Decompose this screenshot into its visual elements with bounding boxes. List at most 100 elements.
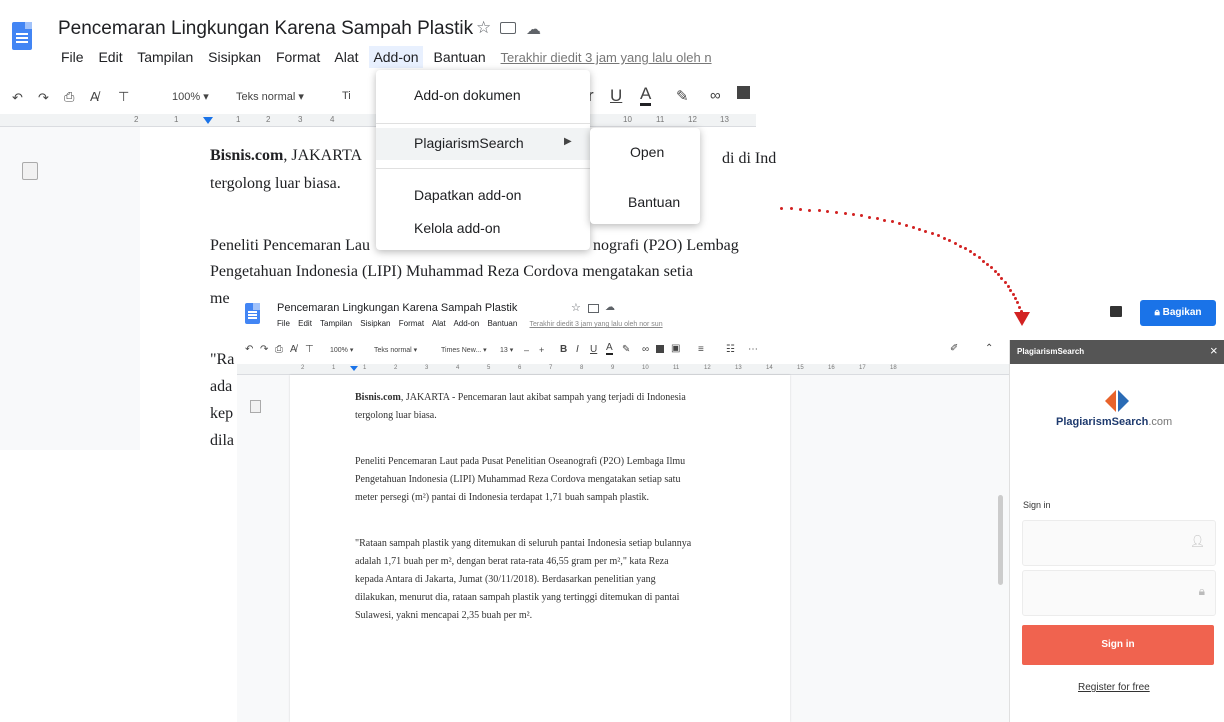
style-select[interactable]: Teks normal ▾	[236, 90, 304, 103]
image-icon[interactable]: ▣	[671, 343, 680, 354]
font-select[interactable]: Times New... ▾	[441, 346, 487, 354]
outline-icon[interactable]	[22, 162, 38, 180]
paragraph-3-line-2: adalah 1,71 buah per m², dengan berat ra…	[355, 556, 669, 567]
spellcheck-icon[interactable]: A̸	[90, 89, 99, 104]
spellcheck-icon[interactable]: A̸	[290, 344, 297, 355]
doc-title[interactable]: Pencemaran Lingkungan Karena Sampah Plas…	[277, 302, 517, 314]
menu-tampilan[interactable]: Tampilan	[320, 319, 352, 328]
print-icon[interactable]: ⎙	[275, 344, 283, 355]
menu-item-dapatkan-addon[interactable]: Dapatkan add-on	[414, 187, 521, 203]
arrow-dot	[958, 244, 962, 248]
last-edit-link[interactable]: Terakhir diedit 3 jam yang lalu oleh n	[501, 50, 712, 65]
link-icon[interactable]: ∞	[710, 87, 721, 104]
print-icon[interactable]: ⎙	[64, 89, 74, 105]
folder-icon[interactable]	[500, 22, 516, 34]
share-button[interactable]: 🔒︎ Bagikan	[1140, 300, 1216, 326]
menu-addon[interactable]: Add-on	[453, 319, 479, 328]
arrow-dot	[860, 214, 864, 218]
close-icon[interactable]: ×	[1210, 343, 1218, 358]
folder-icon[interactable]	[588, 304, 599, 313]
menu-edit[interactable]: Edit	[98, 49, 122, 65]
increase-font-icon[interactable]: +	[539, 345, 544, 355]
redo-icon[interactable]: ↷	[38, 90, 49, 106]
docs-logo-icon[interactable]	[245, 303, 260, 324]
undo-icon[interactable]: ↶	[12, 90, 23, 106]
align-icon[interactable]: ≡	[698, 344, 704, 355]
menu-format[interactable]: Format	[276, 49, 320, 65]
indent-marker-icon[interactable]	[350, 366, 358, 371]
comment-icon[interactable]	[737, 86, 750, 99]
paragraph-3-fragment-1: "Ra	[210, 351, 235, 368]
menu-file[interactable]: File	[61, 49, 84, 65]
menu-file[interactable]: File	[277, 319, 290, 328]
menu-divider	[376, 168, 590, 169]
menu-format[interactable]: Format	[399, 319, 424, 328]
menu-bantuan[interactable]: Bantuan	[487, 319, 517, 328]
zoom-select[interactable]: 100% ▾	[330, 346, 353, 354]
menu-alat[interactable]: Alat	[334, 49, 358, 65]
text-color-icon[interactable]: A	[640, 85, 652, 106]
arrow-dot	[953, 241, 957, 245]
collapse-icon[interactable]: ⌃	[985, 343, 993, 354]
submenu-arrow-icon: ▶	[564, 136, 572, 147]
lock-icon: 🔒︎	[1154, 307, 1160, 318]
menu-sisipkan[interactable]: Sisipkan	[208, 49, 261, 65]
edit-mode-icon[interactable]: ✐	[950, 343, 958, 354]
font-size-select[interactable]: 13 ▾	[500, 346, 513, 354]
text-color-icon[interactable]: A	[606, 343, 613, 355]
more-icon[interactable]: ⋯	[748, 344, 758, 355]
doc-title[interactable]: Pencemaran Lingkungan Karena Sampah Plas…	[58, 18, 473, 40]
checklist-icon[interactable]: ☷	[726, 344, 735, 355]
paragraph-2-line-2: Pengetahuan Indonesia (LIPI) Muhammad Re…	[355, 474, 681, 485]
highlight-icon[interactable]: ✎	[622, 344, 630, 355]
submenu-item-open[interactable]: Open	[630, 144, 664, 160]
outline-icon[interactable]	[250, 400, 261, 413]
menu-addon[interactable]: Add-on	[369, 46, 423, 68]
menu-edit[interactable]: Edit	[298, 319, 312, 328]
undo-icon[interactable]: ↶	[245, 344, 253, 355]
register-link[interactable]: Register for free	[1078, 682, 1150, 693]
decrease-font-icon[interactable]: –	[524, 345, 529, 355]
email-field[interactable]: 👤︎	[1022, 520, 1216, 566]
menu-bantuan[interactable]: Bantuan	[433, 49, 485, 65]
zoom-select[interactable]: 100% ▾	[172, 90, 209, 103]
font-select-fragment[interactable]: Ti	[342, 90, 351, 102]
paint-format-icon[interactable]: ⊤	[118, 89, 129, 105]
comment-icon[interactable]	[656, 345, 664, 353]
underline-icon[interactable]: U	[590, 344, 597, 355]
last-edit-link[interactable]: Terakhir diedit 3 jam yang lalu oleh nor…	[530, 321, 663, 328]
ruler-number: 4	[456, 365, 460, 371]
ruler-number: 11	[673, 365, 680, 371]
menu-tampilan[interactable]: Tampilan	[137, 49, 193, 65]
star-icon[interactable]: ☆	[476, 18, 491, 38]
ruler-number: 2	[394, 365, 398, 371]
scrollbar-thumb[interactable]	[998, 495, 1003, 585]
submenu-item-bantuan[interactable]: Bantuan	[628, 194, 680, 210]
indent-marker-icon[interactable]	[203, 117, 213, 124]
italic-icon[interactable]: I	[576, 344, 579, 355]
menu-item-kelola-addon[interactable]: Kelola add-on	[414, 220, 500, 236]
paint-format-icon[interactable]: ⊤	[305, 344, 314, 355]
star-icon[interactable]: ☆	[571, 301, 581, 314]
cloud-icon[interactable]: ☁	[605, 302, 615, 313]
signin-button[interactable]: Sign in	[1022, 625, 1214, 665]
paragraph-3-line-3: kepada Antara di Jakarta, Jumat (30/11/2…	[355, 574, 656, 585]
docs-logo-icon[interactable]	[12, 22, 32, 50]
menu-sisipkan[interactable]: Sisipkan	[360, 319, 390, 328]
menu-item-plagiarismsearch[interactable]: PlagiarismSearch ▶	[376, 128, 590, 160]
underline-icon[interactable]: U	[610, 86, 622, 106]
style-select[interactable]: Teks normal ▾	[374, 346, 417, 354]
redo-icon[interactable]: ↷	[260, 344, 268, 355]
paragraph-3-line-4: dilakukan, menurut dia, rataan sampah pl…	[355, 592, 680, 603]
password-field[interactable]: 🔒︎	[1022, 570, 1216, 616]
link-icon[interactable]: ∞	[642, 344, 649, 355]
ruler-number: 9	[611, 365, 615, 371]
menu-item-addon-dokumen[interactable]: Add-on dokumen	[414, 87, 521, 103]
comments-icon[interactable]	[1110, 306, 1122, 317]
bold-icon[interactable]: B	[560, 344, 567, 355]
arrow-dot	[963, 247, 967, 251]
cloud-icon[interactable]: ☁	[526, 20, 541, 38]
highlight-icon[interactable]: ✎	[676, 87, 689, 105]
menu-alat[interactable]: Alat	[432, 319, 446, 328]
paragraph-1-tail: di di Ind	[722, 150, 777, 167]
